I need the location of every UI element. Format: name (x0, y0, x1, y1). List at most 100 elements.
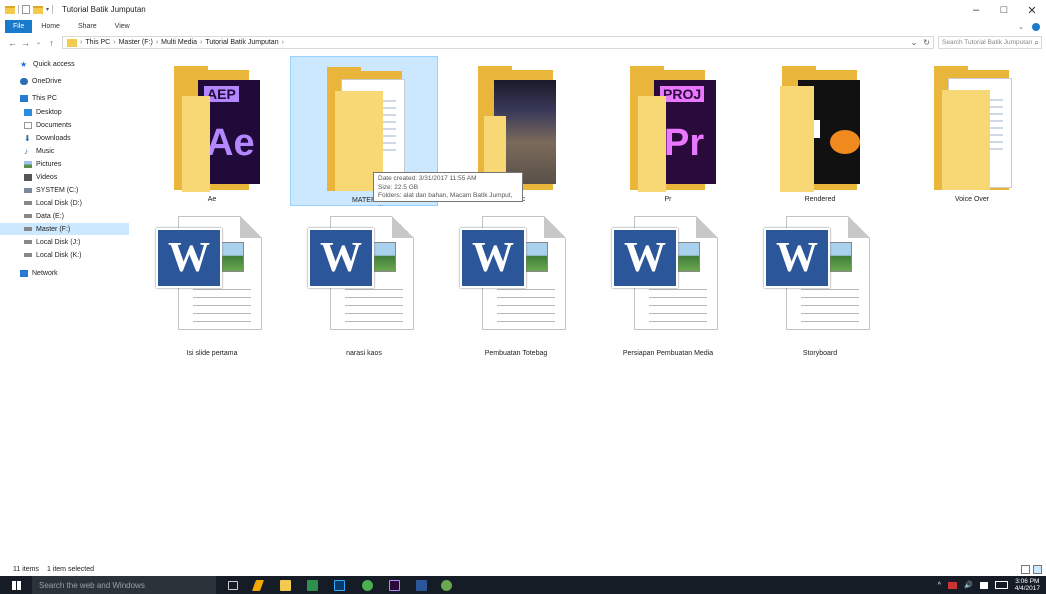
star-icon: ★ (20, 59, 28, 69)
refresh-icon[interactable]: ↻ (923, 38, 930, 47)
address-bar[interactable]: › This PC › Master (F:) › Multi Media › … (62, 36, 934, 49)
nav-item-system-c[interactable]: SYSTEM (C:) (24, 184, 78, 196)
nav-item-pictures[interactable]: Pictures (24, 158, 61, 170)
drive-icon (24, 240, 32, 244)
file-explorer-icon[interactable] (280, 580, 291, 591)
nav-item-this-pc[interactable]: This PC (20, 92, 57, 104)
breadcrumb-tutorial[interactable]: Tutorial Batik Jumputan (205, 39, 278, 46)
folder-item[interactable]: Rendered (746, 56, 894, 206)
nav-item-desktop[interactable]: Desktop (24, 106, 62, 118)
window-title: Tutorial Batik Jumputan (62, 5, 146, 14)
folder-front (942, 90, 990, 190)
nav-label: Downloads (36, 134, 71, 142)
nav-item-master-f[interactable]: Master (F:) (0, 223, 129, 235)
item-label: Pembuatan Totebag (484, 350, 548, 357)
app-icon[interactable] (307, 580, 318, 591)
ribbon-right-controls: ⌄ (1018, 20, 1040, 33)
forward-arrow-icon[interactable]: → (20, 38, 31, 48)
taskbar-search[interactable]: Search the web and Windows (32, 576, 216, 594)
word-document-item[interactable]: W Storyboard (746, 210, 894, 360)
folder-icon (67, 38, 77, 47)
customize-toolbar-icon[interactable]: ▾ (46, 6, 49, 13)
expand-ribbon-icon[interactable]: ⌄ (1018, 23, 1024, 31)
new-folder-icon[interactable] (33, 5, 43, 14)
chevron-up-icon[interactable]: ^ (938, 582, 941, 589)
task-view-icon[interactable] (228, 581, 238, 590)
folder-item[interactable]: PROJ Pr Pr (594, 56, 742, 206)
properties-icon[interactable] (22, 5, 30, 14)
file-list: AEP Ae Ae MATERI Music PROJ Pr Pr (130, 52, 1046, 562)
clock-time: 3:06 PM (1015, 578, 1040, 585)
text-lines (649, 289, 707, 329)
details-view-icon[interactable] (1021, 565, 1030, 574)
help-icon[interactable] (1032, 22, 1040, 31)
app-icon[interactable] (362, 580, 373, 591)
network-tray-icon[interactable] (947, 581, 957, 589)
toolbar-divider (52, 5, 54, 14)
nav-item-downloads[interactable]: ⬇ Downloads (24, 132, 71, 144)
chevron-right-icon[interactable]: › (113, 39, 115, 46)
drive-icon (24, 187, 32, 193)
tab-home[interactable]: Home (32, 20, 69, 33)
maximize-button[interactable]: □ (990, 0, 1018, 20)
word-document-item[interactable]: W narasi kaos (290, 210, 438, 360)
address-dropdown-icon[interactable]: ⌄ (911, 38, 918, 47)
search-icon[interactable]: ⌕ (1035, 38, 1039, 48)
nav-item-local-j[interactable]: Local Disk (J:) (24, 236, 80, 248)
nav-item-local-d[interactable]: Local Disk (D:) (24, 197, 82, 209)
word-document-item[interactable]: W Isi slide pertama (138, 210, 286, 360)
recent-locations-icon[interactable]: ⌄ (33, 39, 44, 46)
breadcrumb-this-pc[interactable]: This PC (85, 39, 110, 46)
folder-front (182, 96, 210, 192)
keyboard-icon[interactable] (994, 581, 1008, 589)
large-icons-view-icon[interactable] (1033, 565, 1042, 574)
nav-item-data-e[interactable]: Data (E:) (24, 210, 64, 222)
photoshop-icon[interactable] (334, 580, 345, 591)
chevron-right-icon[interactable]: › (200, 39, 202, 46)
nav-label: Music (36, 147, 55, 155)
folder-item[interactable]: Voice Over (898, 56, 1046, 206)
tab-share[interactable]: Share (69, 20, 106, 33)
nav-item-videos[interactable]: Videos (24, 171, 57, 183)
breadcrumb-multi-media[interactable]: Multi Media (161, 39, 197, 46)
close-button[interactable]: ✕ (1018, 0, 1046, 20)
cloud-icon (20, 77, 28, 85)
thumbnail-text: Pr (664, 122, 705, 164)
folder-item[interactable]: AEP Ae Ae (138, 56, 286, 206)
minimize-button[interactable]: – (962, 0, 990, 20)
text-lines (345, 289, 403, 329)
search-box[interactable]: Search Tutorial Batik Jumputan ⌕ (938, 36, 1042, 49)
chevron-right-icon[interactable]: › (80, 39, 82, 46)
nav-label: Pictures (36, 160, 62, 168)
tooltip-folders: Folders: alat dan bahan, Macam Batik Jum… (378, 192, 513, 208)
window-controls: – □ ✕ (962, 0, 1046, 20)
winamp-icon[interactable] (251, 580, 265, 591)
tab-view[interactable]: View (106, 20, 139, 33)
tab-file[interactable]: File (5, 20, 33, 33)
word-document-item[interactable]: W Persiapan Pembuatan Media (594, 210, 742, 360)
nav-item-music[interactable]: ♪ Music (24, 145, 54, 157)
page-fold (240, 216, 262, 238)
notifications-icon[interactable] (979, 581, 988, 589)
start-button[interactable] (0, 576, 32, 594)
breadcrumb-master[interactable]: Master (F:) (119, 39, 153, 46)
nav-item-local-k[interactable]: Local Disk (K:) (24, 249, 82, 261)
page-fold (392, 216, 414, 238)
chevron-right-icon[interactable]: › (156, 39, 158, 46)
nav-item-onedrive[interactable]: OneDrive (20, 75, 62, 87)
word-icon: W (460, 228, 526, 288)
chevron-right-icon[interactable]: › (282, 39, 284, 46)
up-arrow-icon[interactable]: ↑ (46, 38, 57, 48)
word-icon[interactable] (416, 580, 427, 591)
clock[interactable]: 3:06 PM 4/4/2017 (1015, 578, 1040, 592)
word-document-item[interactable]: W Pembuatan Totebag (442, 210, 590, 360)
back-arrow-icon[interactable]: ← (7, 38, 18, 48)
after-effects-icon[interactable] (389, 580, 400, 591)
nav-item-network[interactable]: Network (20, 267, 58, 279)
nav-item-quick-access[interactable]: ★ Quick access (20, 58, 75, 70)
volume-icon[interactable]: 🔊 (964, 581, 973, 589)
text-lines (193, 289, 251, 329)
nav-item-documents[interactable]: Documents (24, 119, 71, 131)
drive-icon (24, 253, 32, 257)
app-icon[interactable] (441, 580, 452, 591)
